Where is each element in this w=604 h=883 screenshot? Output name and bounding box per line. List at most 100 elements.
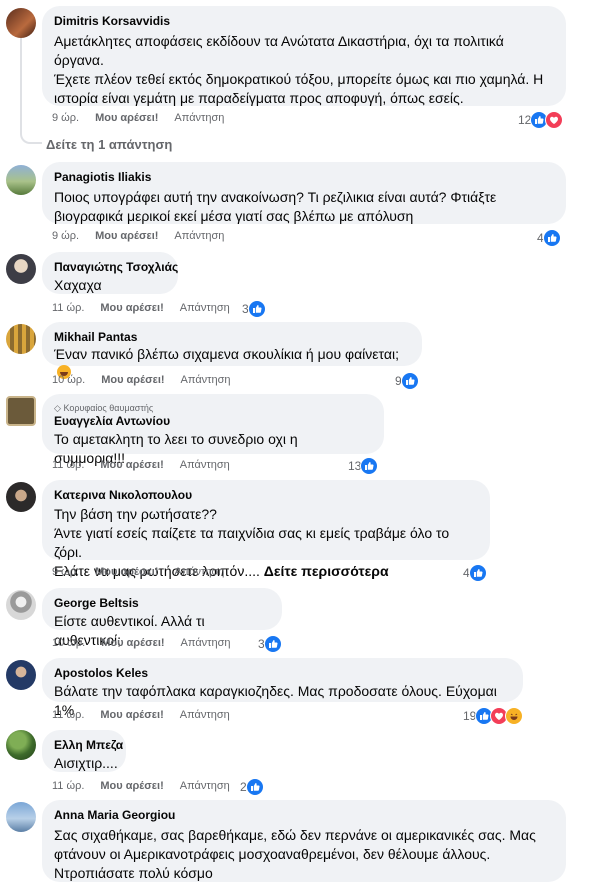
like-button[interactable]: Μου αρέσει!: [95, 230, 158, 242]
author-name[interactable]: Anna Maria Georgiou: [54, 808, 554, 823]
author-name[interactable]: Κατερινα Νικολοπουλου: [54, 488, 478, 503]
see-replies-link[interactable]: Δείτε τη 1 απάντηση: [46, 137, 172, 152]
comment-text: Αμετάκλητες αποφάσεις εκδίδουν τα Ανώτατ…: [54, 33, 544, 106]
like-button[interactable]: Μου αρέσει!: [95, 112, 158, 124]
avatar[interactable]: [6, 165, 36, 195]
reactions[interactable]: 3: [258, 635, 282, 653]
avatar[interactable]: [6, 254, 36, 284]
comment-bubble: Dimitris Korsavvidis Αμετάκλητες αποφάσε…: [42, 6, 566, 106]
avatar[interactable]: [6, 730, 36, 760]
reply-button[interactable]: Απάντηση: [180, 709, 230, 721]
author-name[interactable]: Mikhail Pantas: [54, 330, 410, 345]
reply-button[interactable]: Απάντηση: [180, 780, 230, 792]
reaction-count: 13: [348, 459, 362, 473]
timestamp[interactable]: 10 ώρ.: [52, 637, 85, 649]
avatar[interactable]: [6, 660, 36, 690]
avatar[interactable]: [6, 590, 36, 620]
timestamp[interactable]: 10 ώρ.: [52, 374, 85, 386]
reply-button[interactable]: Απάντηση: [181, 637, 231, 649]
badge-label: Κορυφαίος θαυμαστής: [63, 403, 154, 413]
like-reaction-icon: [400, 372, 419, 390]
reply-button[interactable]: Απάντηση: [174, 230, 224, 242]
comment-actions: 11 ώρ. Μου αρέσει! Απάντηση: [52, 459, 230, 471]
thread-line: [20, 38, 22, 132]
author-name[interactable]: Apostolos Keles: [54, 666, 511, 681]
comment-actions: 11 ώρ. Μου αρέσει! Απάντηση: [52, 780, 230, 792]
like-reaction-icon: [245, 778, 264, 796]
timestamp[interactable]: 9 ώρ.: [52, 230, 79, 242]
timestamp[interactable]: 11 ώρ.: [52, 459, 84, 471]
like-button[interactable]: Μου αρέσει!: [100, 459, 163, 471]
reactions[interactable]: 3: [242, 300, 266, 318]
top-fan-badge: ◇ Κορυφαίος θαυμαστής: [54, 402, 372, 414]
timestamp[interactable]: 11 ώρ.: [52, 302, 84, 314]
like-button[interactable]: Μου αρέσει!: [101, 637, 164, 649]
like-reaction-icon: [360, 457, 379, 475]
comment-text: Ποιος υπογράφει αυτή την ανακοίνωση? Τι …: [54, 189, 497, 224]
comment-bubble: Panagiotis Iliakis Ποιος υπογράφει αυτή …: [42, 162, 566, 224]
comment-actions: 9 ώρ. Μου αρέσει! Απάντηση: [52, 566, 224, 578]
like-reaction-icon: [263, 635, 282, 653]
timestamp[interactable]: 9 ώρ.: [52, 566, 79, 578]
comment-bubble: ◇ Κορυφαίος θαυμαστής Ευαγγελία Αντωνίου…: [42, 394, 384, 466]
comment-bubble: Mikhail Pantas Έναν πανικό βλέπω σιχαμεν…: [42, 322, 422, 379]
comment-bubble: Ελλη Μπεζα Αισιχτιρ....: [42, 730, 126, 772]
comment-actions: 11 ώρ. Μου αρέσει! Απάντηση: [52, 302, 230, 314]
reactions[interactable]: 9: [395, 372, 419, 390]
comment-actions: 11 ώρ. Μου αρέσει! Απάντηση: [52, 709, 230, 721]
reactions[interactable]: 2: [240, 778, 264, 796]
like-button[interactable]: Μου αρέσει!: [100, 302, 163, 314]
author-name[interactable]: Panagiotis Iliakis: [54, 170, 554, 185]
reactions[interactable]: 19: [463, 707, 524, 725]
comment-bubble: Apostolos Keles Βάλατε την ταφόπλακα καρ…: [42, 658, 523, 718]
reactions[interactable]: 4: [463, 564, 487, 582]
comment-actions: 10 ώρ. Μου αρέσει! Απάντηση: [52, 637, 231, 649]
comment-text: Έναν πανικό βλέπω σιχαμενα σκουλίκια ή μ…: [54, 346, 399, 362]
comment-bubble: George Beltsis Είστε αυθεντικοί. Αλλά τι…: [42, 588, 282, 648]
reactions[interactable]: 4: [537, 229, 561, 247]
avatar[interactable]: [6, 8, 36, 38]
reactions[interactable]: 13: [348, 457, 379, 475]
avatar[interactable]: [6, 324, 36, 354]
avatar[interactable]: [6, 802, 36, 832]
like-button[interactable]: Μου αρέσει!: [95, 566, 158, 578]
reply-button[interactable]: Απάντηση: [180, 302, 230, 314]
diamond-icon: ◇: [54, 403, 61, 413]
comment-bubble: Παναγιώτης Τσοχλιάς Χαχαχα: [42, 252, 178, 294]
timestamp[interactable]: 11 ώρ.: [52, 780, 84, 792]
author-name[interactable]: Ευαγγελία Αντωνίου: [54, 414, 372, 429]
reaction-count: 12: [518, 113, 532, 127]
love-reaction-icon: [545, 111, 564, 129]
reply-button[interactable]: Απάντηση: [180, 459, 230, 471]
reply-button[interactable]: Απάντηση: [181, 374, 231, 386]
comment-bubble: Κατερινα Νικολοπουλου Την βάση την ρωτήσ…: [42, 480, 490, 579]
timestamp[interactable]: 9 ώρ.: [52, 112, 79, 124]
reply-button[interactable]: Απάντηση: [174, 566, 224, 578]
reactions[interactable]: 12: [518, 111, 564, 129]
like-reaction-icon: [542, 229, 561, 247]
avatar[interactable]: [6, 396, 36, 426]
like-reaction-icon: [468, 564, 487, 582]
like-button[interactable]: Μου αρέσει!: [100, 780, 163, 792]
comment-actions: 9 ώρ. Μου αρέσει! Απάντηση: [52, 230, 224, 242]
comment-text: Σας σιχαθήκαμε, σας βαρεθήκαμε, εδώ δεν …: [54, 827, 536, 881]
see-more-link[interactable]: Δείτε περισσότερα: [264, 563, 389, 579]
reaction-count: 19: [463, 709, 477, 723]
author-name[interactable]: George Beltsis: [54, 596, 270, 611]
comment-bubble: Anna Maria Georgiou Σας σιχαθήκαμε, σας …: [42, 800, 566, 882]
author-name[interactable]: Παναγιώτης Τσοχλιάς: [54, 260, 178, 275]
like-button[interactable]: Μου αρέσει!: [101, 374, 164, 386]
comment-text: Χαχαχα: [54, 277, 102, 293]
timestamp[interactable]: 11 ώρ.: [52, 709, 84, 721]
reply-button[interactable]: Απάντηση: [174, 112, 224, 124]
thread-curve: [20, 132, 42, 144]
author-name[interactable]: Ελλη Μπεζα: [54, 738, 123, 753]
avatar[interactable]: [6, 482, 36, 512]
author-name[interactable]: Dimitris Korsavvidis: [54, 14, 554, 29]
comment-actions: 10 ώρ. Μου αρέσει! Απάντηση: [52, 374, 231, 386]
comment-text: Αισιχτιρ....: [54, 755, 118, 771]
like-button[interactable]: Μου αρέσει!: [100, 709, 163, 721]
haha-reaction-icon: [505, 707, 524, 725]
like-reaction-icon: [247, 300, 266, 318]
comment-actions: 9 ώρ. Μου αρέσει! Απάντηση: [52, 112, 224, 124]
